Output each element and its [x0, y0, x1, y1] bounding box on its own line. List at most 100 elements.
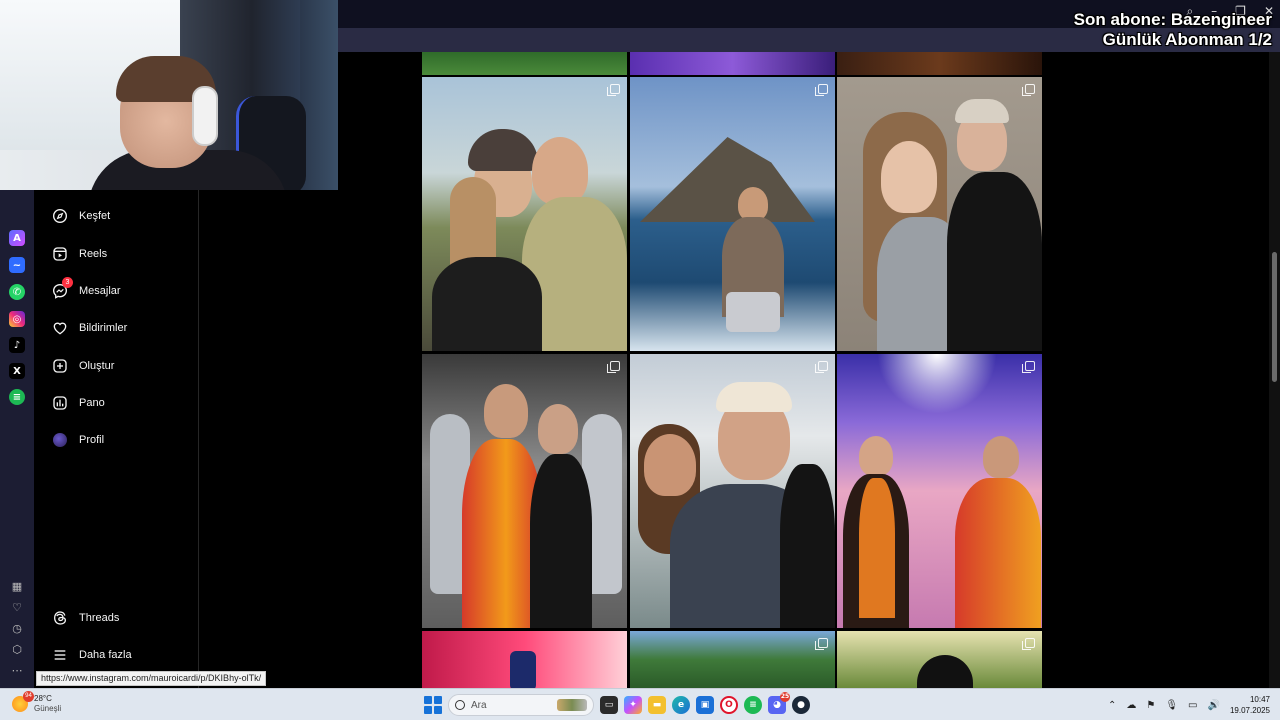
post-thumbnail[interactable]: [837, 631, 1042, 688]
stream-overlay: Son abone: Bazengineer Günlük Abonman 1/…: [1074, 10, 1272, 50]
messenger-icon[interactable]: ~: [9, 257, 25, 273]
carousel-icon: [1022, 84, 1035, 96]
post-thumbnail[interactable]: [422, 52, 627, 75]
instagram-sidebar: Keşfet Reels 3 Mesajlar Bildirimler Oluş…: [34, 190, 199, 688]
nav-label: Bildirimler: [79, 322, 128, 334]
message-count-badge: 3: [62, 277, 73, 288]
nav-item-reels[interactable]: Reels: [52, 242, 107, 266]
copilot-icon[interactable]: ✦: [624, 696, 642, 714]
store-icon[interactable]: ▣: [696, 696, 714, 714]
carousel-icon: [815, 361, 828, 373]
opera-gx-icon[interactable]: O: [720, 696, 738, 714]
post-thumbnail[interactable]: [630, 354, 835, 628]
tiktok-icon[interactable]: ♪: [9, 337, 25, 353]
spotify-icon[interactable]: ≡: [9, 389, 25, 405]
profile-post-grid: [199, 52, 1269, 688]
post-thumbnail[interactable]: [630, 52, 835, 75]
carousel-icon: [1022, 361, 1035, 373]
chevron-up-icon[interactable]: ⌃: [1108, 700, 1116, 711]
nav-item-explore[interactable]: Keşfet: [52, 204, 110, 228]
daily-subscriptions-text: Günlük Abonman 1/2: [1102, 30, 1272, 49]
file-explorer-icon[interactable]: ▬: [648, 696, 666, 714]
carousel-icon: [815, 84, 828, 96]
task-view-icon[interactable]: ▭: [600, 696, 618, 714]
whatsapp-icon[interactable]: ✆: [9, 284, 25, 300]
more-dots-icon[interactable]: ⋯: [10, 663, 24, 677]
cloud-icon[interactable]: ☁: [1126, 700, 1136, 711]
spotify-icon[interactable]: ≡: [744, 696, 762, 714]
nav-label: Profil: [79, 434, 105, 446]
post-thumbnail[interactable]: [837, 52, 1042, 75]
sun-icon: 94: [12, 691, 34, 712]
reels-icon: [52, 246, 68, 262]
network-icon[interactable]: ▭: [1188, 700, 1197, 711]
microphone-icon[interactable]: 🎙: [1165, 700, 1178, 711]
carousel-icon: [815, 638, 828, 650]
nav-item-messages[interactable]: 3 Mesajlar: [52, 277, 121, 303]
post-thumbnail[interactable]: [630, 631, 835, 688]
speaker-icon[interactable]: 🔊: [1208, 700, 1220, 711]
aria-icon[interactable]: A: [9, 230, 25, 246]
nav-label: Daha fazla: [79, 649, 132, 661]
cube-icon[interactable]: ⬡: [10, 642, 24, 656]
search-placeholder: Ara: [471, 699, 487, 711]
post-thumbnail[interactable]: [630, 77, 835, 351]
heart-icon: [52, 320, 68, 336]
post-thumbnail[interactable]: [422, 354, 627, 628]
favorites-icon[interactable]: ♡: [10, 600, 24, 614]
windows-start-icon[interactable]: [424, 696, 442, 714]
browser-sidebar: A ~ ✆ ◎ ♪ X ≡ ▦ ♡ ◷ ⬡ ⋯: [0, 190, 34, 688]
webcam-feed: [0, 0, 338, 190]
weather-description: Güneşli: [34, 704, 62, 713]
windows-taskbar: 94 28°C Güneşli Ara ▭ ✦ ▬ e ▣ O ≡ ◕ 25 ●…: [0, 688, 1280, 720]
search-highlight-image: [557, 699, 587, 711]
clock-date: 19.07.2025: [1229, 706, 1270, 715]
plus-square-icon: [52, 358, 68, 374]
carousel-icon: [607, 84, 620, 96]
nav-item-notifications[interactable]: Bildirimler: [52, 316, 127, 340]
nav-item-threads[interactable]: Threads: [52, 606, 119, 630]
steam-icon[interactable]: ●: [792, 696, 810, 714]
x-icon[interactable]: X: [9, 363, 25, 379]
instagram-icon[interactable]: ◎: [9, 311, 25, 327]
carousel-icon: [1022, 638, 1035, 650]
weather-temperature: 28°C: [34, 694, 52, 703]
page-scrollbar[interactable]: [1269, 52, 1280, 688]
post-thumbnail[interactable]: [422, 77, 627, 351]
edge-icon[interactable]: e: [672, 696, 690, 714]
weather-widget[interactable]: 94 28°C Güneşli: [12, 691, 62, 714]
hamburger-menu-icon: [52, 647, 68, 663]
system-clock[interactable]: 10:47 19.07.2025: [1230, 694, 1270, 716]
grid-icon[interactable]: ▦: [10, 579, 24, 593]
dashboard-icon: [52, 395, 68, 411]
nav-label: Mesajlar: [79, 285, 121, 297]
post-thumbnail[interactable]: [837, 354, 1042, 628]
nav-item-create[interactable]: Oluştur: [52, 354, 114, 378]
nav-item-more[interactable]: Daha fazla: [52, 643, 132, 667]
scrollbar-thumb[interactable]: [1272, 252, 1277, 382]
avatar: [53, 433, 67, 447]
bluetooth-icon[interactable]: ⚑: [1146, 700, 1155, 711]
screen: ⌕ – ❐ ✕ Son abone: Bazengineer Günlük Ab…: [0, 0, 1280, 720]
headset: [192, 86, 218, 146]
last-subscriber-text: Son abone: Bazengineer: [1073, 10, 1272, 29]
nav-item-profile[interactable]: Profil: [52, 428, 104, 452]
carousel-icon: [607, 361, 620, 373]
nav-label: Reels: [79, 248, 108, 260]
search-icon: [455, 700, 465, 710]
nav-label: Keşfet: [79, 210, 111, 222]
taskbar-apps: Ara ▭ ✦ ▬ e ▣ O ≡ ◕ 25 ●: [424, 692, 810, 717]
nav-item-dashboard[interactable]: Pano: [52, 391, 105, 415]
threads-icon: [52, 610, 68, 626]
nav-label: Oluştur: [79, 360, 115, 372]
nav-label: Threads: [79, 612, 120, 624]
taskbar-search[interactable]: Ara: [448, 694, 594, 716]
post-thumbnail[interactable]: [837, 77, 1042, 351]
weather-badge: 94: [23, 691, 34, 702]
history-icon[interactable]: ◷: [10, 621, 24, 635]
post-thumbnail[interactable]: [422, 631, 627, 688]
system-tray: ⌃ ☁ ⚑ 🎙 ▭ 🔊 10:47 19.07.2025: [1108, 692, 1270, 718]
compass-icon: [52, 208, 68, 224]
discord-badge: 25: [780, 692, 790, 702]
discord-icon[interactable]: ◕ 25: [768, 692, 790, 714]
